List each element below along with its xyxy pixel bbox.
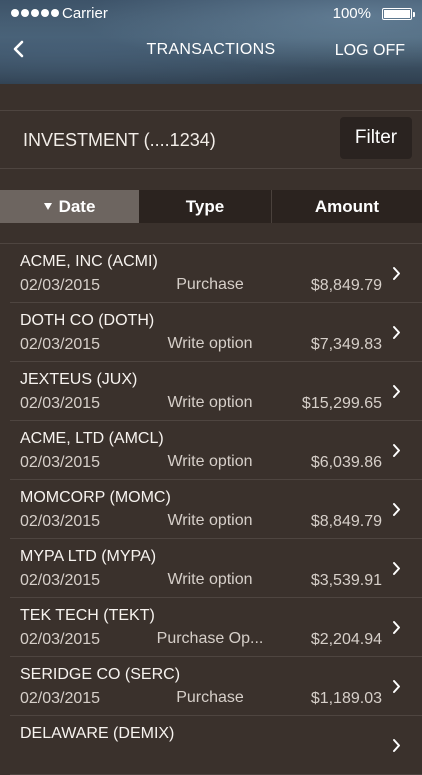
transaction-type: Write option: [167, 512, 253, 529]
chevron-right-icon: [393, 326, 400, 339]
transaction-row[interactable]: ACME, LTD (AMCL) 02/03/2015 Write option $6…: [0, 421, 422, 480]
transaction-type: Purchase: [176, 689, 244, 706]
sort-tabs: Date Type Amount: [0, 190, 422, 223]
transaction-amount: $1,189.03: [310, 690, 382, 707]
transaction-amount: $8,849.79: [310, 277, 382, 294]
transaction-row[interactable]: SERIDGE CO (SERC) 02/03/2015 Purchase $1,18…: [0, 657, 422, 716]
transaction-name: DOTH CO (DOTH): [20, 312, 155, 329]
transaction-amount: $2,204.94: [310, 631, 382, 648]
chevron-right-icon: [393, 385, 400, 398]
transaction-type: Write option: [167, 335, 253, 352]
chevron-right-icon: [393, 562, 400, 575]
transaction-date: 02/03/2015: [20, 277, 101, 294]
transaction-row[interactable]: ACME, INC (ACMI) 02/03/2015 Purchase $8,849…: [0, 244, 422, 303]
chevron-right-icon: [393, 680, 400, 693]
transaction-row[interactable]: MOMCORP (MOMC) 02/03/2015 Write option $8,8…: [0, 480, 422, 539]
battery-percent: 100%: [332, 5, 371, 22]
transaction-date: 02/03/2015: [20, 454, 101, 471]
account-label: INVESTMENT (....1234): [23, 130, 216, 150]
transaction-row[interactable]: DOTH CO (DOTH) 02/03/2015 Write option $7,3…: [0, 303, 422, 362]
chevron-right-icon: [393, 444, 400, 457]
transaction-name: MYPA LTD (MYPA): [20, 548, 157, 565]
header-spacer: [0, 84, 422, 111]
chevron-right-icon: [393, 739, 400, 752]
chevron-right-icon: [393, 621, 400, 634]
carrier-label: Carrier: [62, 5, 108, 22]
page-title: TRANSACTIONS: [146, 41, 276, 58]
transaction-date: 02/03/2015: [20, 395, 101, 412]
account-bar: INVESTMENT (....1234) Filter: [0, 111, 422, 169]
transaction-name: JEXTEUS (JUX): [20, 371, 138, 388]
header: Carrier 100% TRANSACTIONS LOG OFF: [0, 0, 422, 84]
transaction-row[interactable]: JEXTEUS (JUX) 02/03/2015 Write option $15,2…: [0, 362, 422, 421]
transaction-name: DELAWARE (DEMIX): [20, 725, 175, 742]
transaction-type: Purchase: [176, 276, 244, 293]
chevron-right-icon: [393, 267, 400, 280]
transaction-name: TEK TECH (TEKT): [20, 607, 155, 624]
transaction-name: ACME, INC (ACMI): [20, 253, 158, 270]
back-button[interactable]: [9, 37, 29, 61]
signal-strength-icon: [11, 9, 59, 17]
filter-button[interactable]: Filter: [340, 117, 412, 159]
transaction-date: 02/03/2015: [20, 513, 101, 530]
transaction-name: MOMCORP (MOMC): [20, 489, 171, 506]
transaction-date: 02/03/2015: [20, 631, 101, 648]
transaction-date: 02/03/2015: [20, 690, 101, 707]
transaction-type: Write option: [167, 571, 253, 588]
log-off-button[interactable]: LOG OFF: [335, 42, 405, 60]
status-bar: Carrier 100%: [0, 0, 422, 28]
tab-type-label: Type: [185, 197, 225, 216]
transaction-name: ACME, LTD (AMCL): [20, 430, 164, 447]
chevron-left-icon: [13, 40, 24, 58]
transaction-amount: $6,039.86: [310, 454, 382, 471]
transaction-row[interactable]: MYPA LTD (MYPA) 02/03/2015 Write option $3,…: [0, 539, 422, 598]
transaction-row[interactable]: TEK TECH (TEKT) 02/03/2015 Purchase Op... $…: [0, 598, 422, 657]
transaction-amount: $15,299.65: [301, 395, 382, 412]
tab-type[interactable]: Type: [139, 190, 272, 223]
tab-amount[interactable]: Amount: [272, 190, 422, 223]
tab-date[interactable]: Date: [0, 190, 139, 223]
transaction-amount: $8,849.79: [310, 513, 382, 530]
chevron-right-icon: [393, 503, 400, 516]
transaction-amount: $7,349.83: [310, 336, 382, 353]
tab-date-label: Date: [58, 197, 96, 216]
transaction-list: ACME, INC (ACMI) 02/03/2015 Purchase $8,849…: [0, 244, 422, 775]
battery-icon: [382, 8, 415, 20]
transaction-amount: $3,539.91: [310, 572, 382, 589]
transaction-type: Write option: [167, 453, 253, 470]
transaction-type: Write option: [167, 394, 253, 411]
tab-amount-label: Amount: [314, 197, 380, 216]
transaction-date: 02/03/2015: [20, 336, 101, 353]
transaction-row[interactable]: DELAWARE (DEMIX): [0, 716, 422, 775]
transaction-type: Purchase Op...: [156, 630, 264, 647]
transaction-date: 02/03/2015: [20, 572, 101, 589]
caret-down-icon: [43, 203, 52, 211]
transaction-name: SERIDGE CO (SERC): [20, 666, 181, 683]
